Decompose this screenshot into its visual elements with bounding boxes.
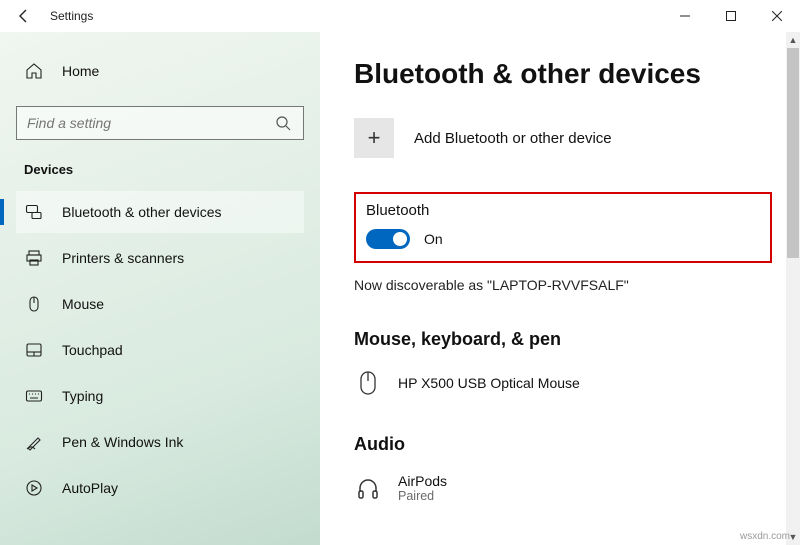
home-label: Home bbox=[62, 63, 99, 79]
titlebar: Settings bbox=[0, 0, 800, 32]
search-icon bbox=[273, 113, 293, 133]
nav-label: Mouse bbox=[62, 296, 104, 312]
back-button[interactable] bbox=[12, 4, 36, 28]
touchpad-icon bbox=[24, 340, 44, 360]
autoplay-icon bbox=[24, 478, 44, 498]
nav-label: AutoPlay bbox=[62, 480, 118, 496]
device-name: AirPods bbox=[398, 473, 447, 489]
home-icon bbox=[24, 61, 44, 81]
headphones-icon bbox=[356, 473, 380, 503]
nav-printers-scanners[interactable]: Printers & scanners bbox=[16, 237, 304, 279]
nav-list: Bluetooth & other devices Printers & sca… bbox=[16, 191, 304, 509]
device-status: Paired bbox=[398, 489, 447, 503]
plus-icon: + bbox=[354, 118, 394, 158]
window-controls bbox=[662, 0, 800, 32]
page-title: Bluetooth & other devices bbox=[354, 58, 772, 90]
mouse-icon bbox=[24, 294, 44, 314]
mouse-icon bbox=[356, 368, 380, 398]
nav-label: Printers & scanners bbox=[62, 250, 184, 266]
keyboard-icon bbox=[24, 386, 44, 406]
scroll-up-arrow[interactable]: ▲ bbox=[786, 32, 800, 48]
device-name: HP X500 USB Optical Mouse bbox=[398, 375, 580, 391]
bluetooth-icon bbox=[24, 202, 44, 222]
bluetooth-toggle[interactable] bbox=[366, 229, 410, 249]
close-button[interactable] bbox=[754, 0, 800, 32]
scrollbar-thumb[interactable] bbox=[787, 48, 799, 258]
maximize-button[interactable] bbox=[708, 0, 754, 32]
search-box[interactable] bbox=[16, 106, 304, 140]
mouse-keyboard-pen-heading: Mouse, keyboard, & pen bbox=[354, 329, 772, 350]
device-mouse-row[interactable]: HP X500 USB Optical Mouse bbox=[354, 362, 772, 404]
category-label: Devices bbox=[24, 162, 304, 177]
minimize-button[interactable] bbox=[662, 0, 708, 32]
vertical-scrollbar[interactable]: ▲ ▼ bbox=[786, 32, 800, 545]
pen-icon bbox=[24, 432, 44, 452]
content-pane: Bluetooth & other devices + Add Bluetoot… bbox=[320, 32, 800, 545]
nav-typing[interactable]: Typing bbox=[16, 375, 304, 417]
discoverable-text: Now discoverable as "LAPTOP-RVVFSALF" bbox=[354, 277, 772, 293]
search-input[interactable] bbox=[27, 115, 273, 131]
nav-label: Typing bbox=[62, 388, 103, 404]
nav-touchpad[interactable]: Touchpad bbox=[16, 329, 304, 371]
nav-label: Touchpad bbox=[62, 342, 123, 358]
bluetooth-section-highlight: Bluetooth On bbox=[354, 192, 772, 263]
audio-heading: Audio bbox=[354, 434, 772, 455]
nav-label: Pen & Windows Ink bbox=[62, 434, 183, 450]
home-nav[interactable]: Home bbox=[16, 50, 304, 92]
watermark: wsxdn.com bbox=[740, 531, 790, 542]
add-device-button[interactable]: + Add Bluetooth or other device bbox=[354, 118, 772, 158]
bluetooth-section-label: Bluetooth bbox=[366, 202, 760, 219]
device-airpods-row[interactable]: AirPods Paired bbox=[354, 467, 772, 509]
window-title: Settings bbox=[50, 9, 93, 23]
nav-mouse[interactable]: Mouse bbox=[16, 283, 304, 325]
nav-pen-ink[interactable]: Pen & Windows Ink bbox=[16, 421, 304, 463]
nav-label: Bluetooth & other devices bbox=[62, 204, 222, 220]
printer-icon bbox=[24, 248, 44, 268]
bluetooth-toggle-state: On bbox=[424, 231, 443, 247]
add-device-label: Add Bluetooth or other device bbox=[414, 130, 612, 147]
nav-bluetooth-devices[interactable]: Bluetooth & other devices bbox=[16, 191, 304, 233]
sidebar: Home Devices Bluetooth & other devices bbox=[0, 32, 320, 545]
nav-autoplay[interactable]: AutoPlay bbox=[16, 467, 304, 509]
